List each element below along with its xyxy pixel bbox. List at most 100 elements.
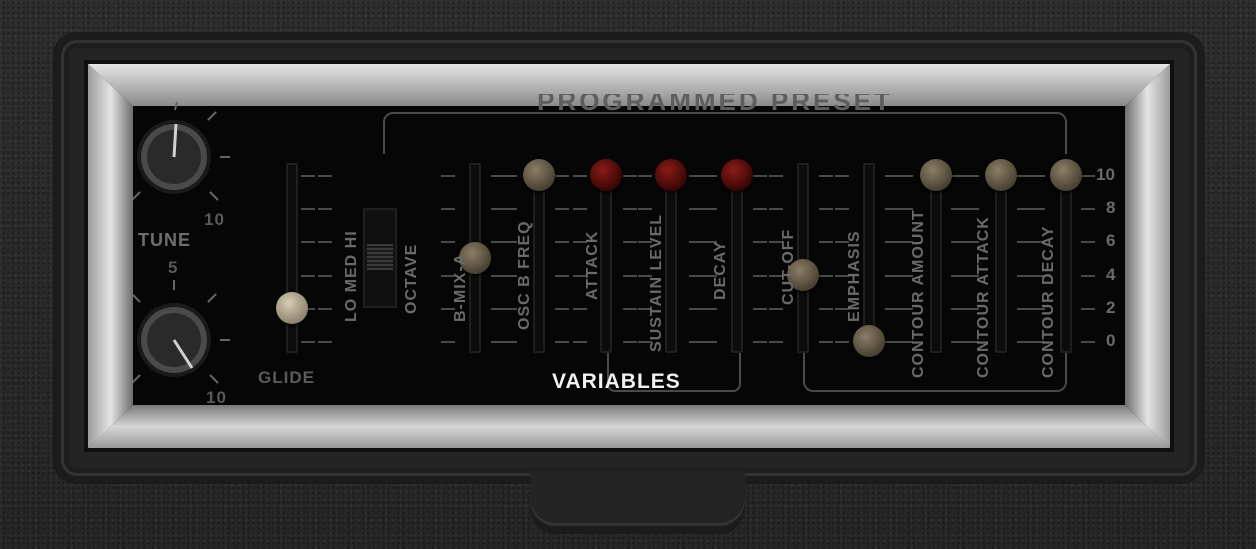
slider-tick [753,274,767,277]
slider-tick [899,175,913,177]
slider-tick [703,175,717,177]
glide-label: GLIDE [258,368,315,387]
slider-tick [441,241,455,244]
chrome-bottom [88,405,1170,448]
slider-tick [318,341,332,343]
slider-cap[interactable] [853,325,885,357]
slider-tick [1017,241,1031,244]
slider-cap[interactable] [276,291,308,324]
slider-tick [318,241,332,244]
slider-tick [689,175,703,177]
knob-scale-mid: 5 [168,258,179,277]
slider-tick [573,175,587,177]
slider-tick [573,307,587,310]
slider-label: SUSTAIN LEVEL [648,213,665,352]
slider-tick [819,241,833,244]
slider-cap[interactable] [985,159,1017,191]
slider-tick [623,208,637,211]
scale-number: 6 [1106,231,1116,251]
glide-knob[interactable] [133,280,250,405]
slider-track[interactable] [1060,163,1072,353]
slider-tick [1081,274,1095,277]
slider-tick [819,208,833,211]
slider-tick [1031,208,1045,211]
slider-track[interactable] [286,163,298,353]
slider-tick [623,175,637,177]
slider-label: ATTACK [584,230,601,300]
octave-switch[interactable] [363,208,397,308]
slider-tick [555,208,569,211]
slider-tick [819,341,833,343]
slider-tick [835,208,849,211]
slider-track[interactable] [731,163,743,353]
slider-tick [753,175,767,177]
slider-tick [951,208,965,211]
slider-tick [753,307,767,310]
tune-label: TUNE [138,230,191,250]
chrome-right [1125,64,1170,448]
slider-cap[interactable] [721,159,753,191]
slider-tick [555,274,569,277]
slider-tick [503,241,517,244]
slider-tick [441,208,455,211]
slider-tick [573,208,587,211]
slider-tick [301,341,315,343]
slider-cap[interactable] [590,159,622,191]
slider-tick [503,307,517,310]
octave-label: OCTAVE [403,243,420,314]
slider-tick [301,241,315,244]
slider-cap[interactable] [1050,159,1082,191]
slider-tick [1081,241,1095,244]
scale-number: 8 [1106,198,1116,218]
slider-tick [769,307,783,310]
panel-content: PROGRAMMED PRESET TUNE 10 5 10 GLIDE LO … [133,46,1123,405]
scale-number: 2 [1106,297,1116,317]
slider-tick [441,341,455,343]
slider-tick [503,274,517,277]
slider-tick [573,341,587,343]
slider-tick [703,208,717,211]
slider-label: OSC B FREQ [516,220,533,330]
slider-tick [753,241,767,244]
slider-tick [885,208,899,211]
slider-cap[interactable] [920,159,952,191]
slider-tick [885,341,899,343]
slider-tick [769,175,783,177]
slider-cap[interactable] [655,159,687,191]
tune-knob[interactable] [133,100,250,215]
slider-tick [951,341,965,343]
preset-bracket [383,112,1067,154]
slider-tick [753,341,767,343]
slider-tick [555,341,569,343]
slider-tick [835,175,849,177]
preset-panel-screen: PROGRAMMED PRESET TUNE 10 5 10 GLIDE LO … [0,0,1256,549]
slider-tick [885,241,899,244]
slider-tick [951,307,965,310]
slider-tick [819,175,833,177]
slider-tick [318,307,332,310]
slider-tick [965,175,979,177]
slider-tick [623,274,637,277]
slider-tick [1081,175,1095,177]
slider-track[interactable] [533,163,545,353]
slider-tick [951,274,965,277]
slider-tick [555,307,569,310]
slider-cap[interactable] [523,159,555,191]
slider-tick [441,175,455,177]
slider-tick [703,307,717,310]
slider-track[interactable] [665,163,677,353]
slider-track[interactable] [995,163,1007,353]
slider-tick [623,241,637,244]
slider-tick [885,175,899,177]
slider-tick [885,274,899,277]
slider-tick [623,341,637,343]
slider-tick [318,175,332,177]
slider-label: CUT-OFF [780,228,797,305]
octave-switch-nub[interactable] [367,244,393,270]
slider-tick [1017,208,1031,211]
slider-tick [555,241,569,244]
knob-scale-high: 10 [206,388,227,405]
slider-tick [1017,274,1031,277]
slider-tick [1081,208,1095,211]
slider-track[interactable] [930,163,942,353]
